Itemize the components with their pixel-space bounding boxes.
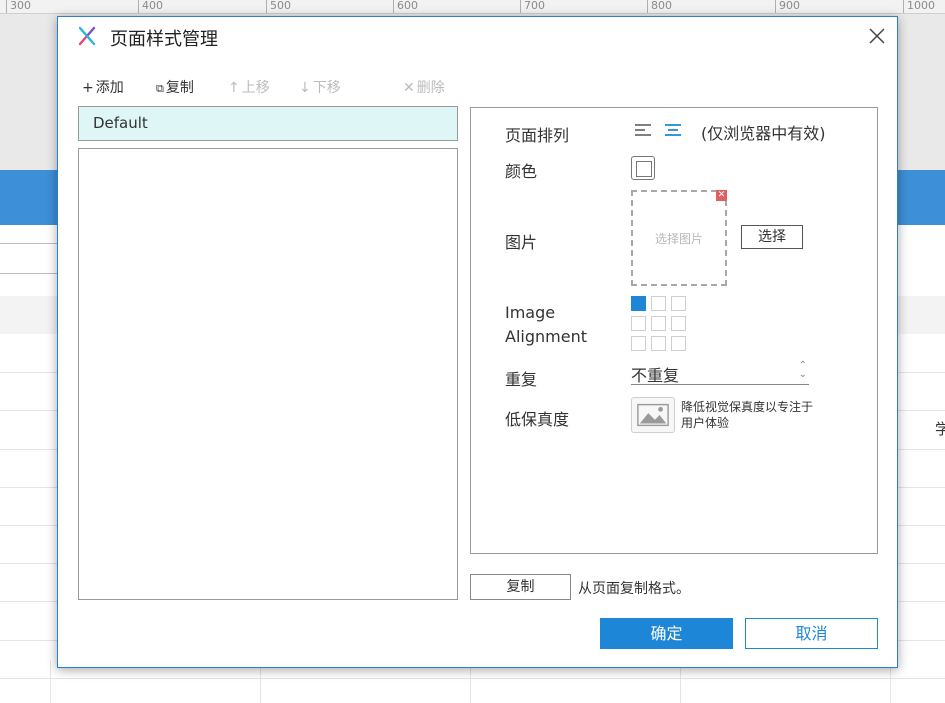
canvas-divider — [0, 273, 60, 274]
alignment-bottom-left[interactable] — [631, 336, 646, 351]
image-alignment-label: Image — [505, 303, 556, 322]
copy-format-button[interactable]: 复制 — [470, 574, 571, 600]
add-label: 添加 — [95, 80, 124, 96]
plus-icon: + — [82, 80, 94, 96]
alignment-bottom-center[interactable] — [651, 336, 666, 351]
spinner-icon: ⌃ ⌄ — [798, 360, 807, 380]
low-fidelity-description: 降低视觉保真度以专注于用户体验 — [681, 400, 814, 430]
align-center-icon[interactable] — [663, 122, 683, 138]
alignment-bottom-right[interactable] — [671, 336, 686, 351]
cancel-button[interactable]: 取消 — [745, 618, 878, 649]
repeat-value: 不重复 — [631, 366, 680, 385]
close-icon[interactable] — [868, 27, 886, 45]
ruler-tick: 1000 — [903, 0, 935, 13]
color-picker[interactable] — [631, 156, 655, 180]
style-list-item-default[interactable]: Default — [78, 106, 458, 141]
low-fidelity-toggle[interactable] — [631, 397, 675, 433]
alignment-top-center[interactable] — [651, 296, 666, 311]
image-placeholder-text: 选择图片 — [654, 232, 703, 246]
ruler-tick: 400 — [138, 0, 163, 13]
page-style-manager-dialog: 页面样式管理 + 添加 ⧉ 复制 ↑ 上移 ↓ 下移 ✕ 删除 Default 页面排列 … — [57, 16, 898, 668]
add-button[interactable]: + 添加 — [82, 77, 124, 97]
canvas-divider — [0, 243, 60, 244]
delete-button[interactable]: ✕ 删除 — [403, 77, 445, 97]
style-list[interactable] — [78, 148, 458, 600]
delete-icon: ✕ — [403, 80, 415, 96]
alignment-middle-left[interactable] — [631, 316, 646, 331]
alignment-middle-center[interactable] — [651, 316, 666, 331]
image-alignment-label-line2: Alignment — [505, 327, 587, 346]
arrow-up-icon: ↑ — [228, 80, 240, 96]
canvas-grid-line — [50, 660, 51, 703]
color-label: 颜色 — [505, 162, 538, 181]
ruler-tick: 600 — [393, 0, 418, 13]
duplicate-label: 复制 — [165, 80, 194, 96]
style-list-item-label: Default — [93, 114, 148, 132]
repeat-label: 重复 — [505, 370, 538, 389]
ruler-tick: 500 — [266, 0, 291, 13]
arrow-down-icon: ↓ — [299, 80, 311, 96]
horizontal-ruler: 300 400 500 600 700 800 900 1000 — [0, 0, 945, 14]
duplicate-button[interactable]: ⧉ 复制 — [156, 77, 194, 97]
alignment-middle-right[interactable] — [671, 316, 686, 331]
move-up-button[interactable]: ↑ 上移 — [228, 77, 270, 97]
canvas-partial-text: 学 — [935, 420, 945, 438]
ruler-tick: 700 — [520, 0, 545, 13]
ruler-tick: 900 — [775, 0, 800, 13]
alignment-top-right[interactable] — [671, 296, 686, 311]
copy-icon: ⧉ — [156, 82, 164, 95]
app-logo-icon — [78, 26, 96, 46]
align-left-icon[interactable] — [633, 122, 653, 138]
image-drop-area[interactable]: 选择图片 — [631, 190, 727, 286]
copy-format-hint: 从页面复制格式。 — [578, 581, 690, 597]
repeat-select[interactable]: 不重复 ⌃ ⌄ — [631, 360, 809, 385]
dialog-titlebar: 页面样式管理 — [58, 17, 897, 55]
page-align-note: (仅浏览器中有效) — [701, 124, 826, 143]
dialog-title: 页面样式管理 — [110, 29, 218, 50]
clear-image-icon[interactable]: ✕ — [716, 190, 727, 201]
image-icon — [637, 403, 669, 427]
page-align-label: 页面排列 — [505, 126, 570, 145]
low-fidelity-label: 低保真度 — [505, 410, 570, 429]
ruler-tick: 800 — [647, 0, 672, 13]
move-up-label: 上移 — [241, 80, 270, 96]
move-down-label: 下移 — [312, 80, 341, 96]
ruler-tick: 300 — [6, 0, 31, 13]
move-down-button[interactable]: ↓ 下移 — [299, 77, 341, 97]
alignment-top-left[interactable] — [631, 296, 646, 311]
style-properties-panel: 页面排列 (仅浏览器中有效) 颜色 图片 选择图片 ✕ 选择 Image Ali… — [470, 107, 878, 554]
delete-label: 删除 — [416, 80, 445, 96]
select-image-button[interactable]: 选择 — [741, 225, 803, 249]
ok-button[interactable]: 确定 — [600, 618, 733, 649]
image-label: 图片 — [505, 233, 538, 252]
canvas-grid-line — [0, 678, 945, 679]
